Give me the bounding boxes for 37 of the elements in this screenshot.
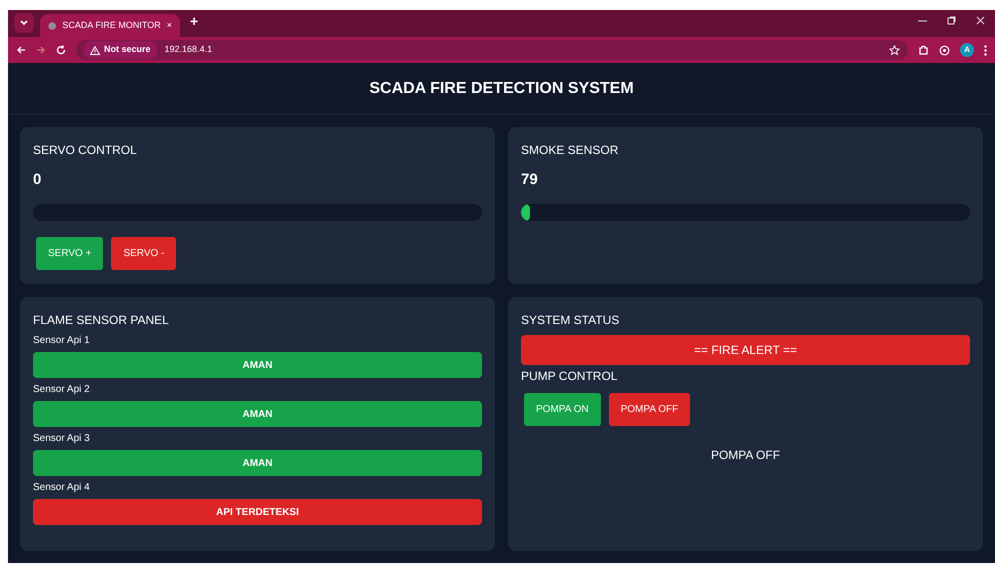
sensor-status: AMAN bbox=[33, 401, 482, 427]
browser-tab[interactable]: SCADA FIRE MONITOR × bbox=[40, 14, 180, 37]
more-menu-icon[interactable] bbox=[984, 44, 987, 56]
new-tab-button[interactable]: + bbox=[190, 11, 198, 32]
sensor-status: AMAN bbox=[33, 352, 482, 378]
pump-status: POMPA OFF bbox=[710, 447, 782, 464]
sensor-label: Sensor Api 3 bbox=[33, 432, 91, 446]
smoke-value: 79 bbox=[521, 170, 539, 190]
address-bar[interactable]: Not secure 192.168.4.1 bbox=[76, 40, 908, 60]
tab-search-button[interactable] bbox=[14, 13, 34, 33]
security-label: Not secure bbox=[104, 43, 151, 56]
card-title: SERVO CONTROL bbox=[33, 142, 138, 159]
sensor-label: Sensor Api 1 bbox=[33, 334, 91, 348]
sensor-status: API TERDETEKSI bbox=[33, 499, 482, 525]
back-icon[interactable] bbox=[16, 45, 26, 55]
url-text: 192.168.4.1 bbox=[164, 43, 214, 56]
card-title: FLAME SENSOR PANEL bbox=[33, 312, 170, 329]
chevron-down-icon bbox=[20, 20, 28, 26]
close-tab-button[interactable]: × bbox=[166, 18, 172, 32]
fire-alert-banner: == FIRE ALERT == bbox=[521, 335, 970, 365]
restore-icon[interactable] bbox=[947, 16, 956, 24]
close-icon[interactable] bbox=[976, 16, 985, 24]
card-title: PUMP CONTROL bbox=[521, 368, 618, 385]
card-title: SYSTEM STATUS bbox=[521, 312, 620, 329]
warning-icon bbox=[90, 46, 100, 54]
control-button[interactable]: SERVO - bbox=[111, 236, 176, 270]
control-button[interactable]: POMPA OFF bbox=[608, 393, 690, 426]
sensor-status: AMAN bbox=[33, 450, 482, 476]
star-icon[interactable] bbox=[889, 44, 900, 56]
security-chip[interactable]: Not secure bbox=[84, 41, 157, 59]
sensor-label: Sensor Api 4 bbox=[33, 481, 91, 495]
reload-icon[interactable] bbox=[56, 45, 66, 55]
sensor-label: Sensor Api 2 bbox=[33, 383, 91, 397]
servo-value: 0 bbox=[33, 170, 42, 190]
tab-title: SCADA FIRE MONITOR bbox=[62, 18, 161, 32]
card-title: SMOKE SENSOR bbox=[521, 142, 620, 159]
page-title: SCADA FIRE DETECTION SYSTEM bbox=[369, 78, 634, 98]
